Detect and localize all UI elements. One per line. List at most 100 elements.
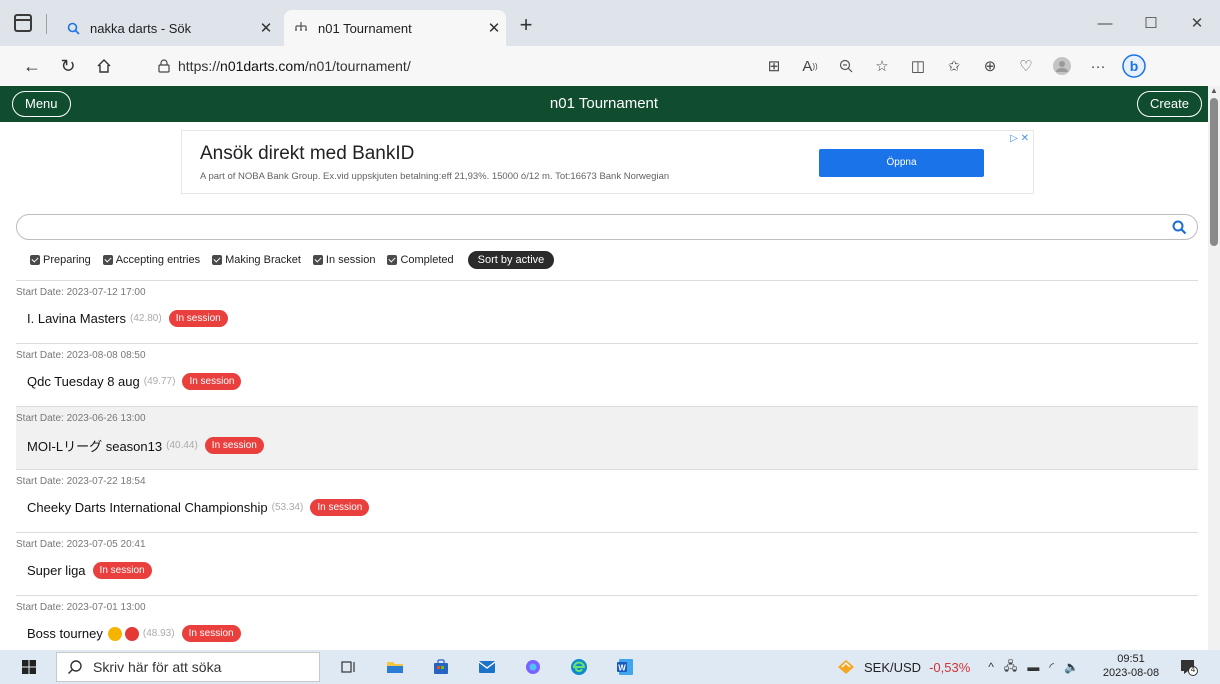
chevron-up-icon[interactable]: ^ [988, 660, 994, 674]
start-date: Start Date: 2023-07-22 18:54 [16, 476, 146, 487]
read-aloud-icon[interactable]: A)) [792, 50, 828, 82]
taskbar-clock[interactable]: 09:51 2023-08-08 [1100, 652, 1162, 680]
minimize-icon[interactable]: — [1082, 0, 1128, 46]
ad-banner[interactable]: Ansök direkt med BankID A part of NOBA B… [181, 130, 1034, 194]
collections-icon[interactable]: ⊕ [972, 50, 1008, 82]
sort-by-active-button[interactable]: Sort by active [467, 251, 555, 269]
battery-icon[interactable]: ▬ [1027, 660, 1039, 674]
notification-icon[interactable]: 4 [1180, 658, 1198, 676]
edge-icon[interactable] [556, 652, 602, 682]
new-tab-button[interactable]: + [512, 12, 540, 40]
close-icon[interactable]: ✕ [482, 19, 506, 37]
tournament-name[interactable]: Qdc Tuesday 8 aug [27, 374, 140, 389]
ad-title: Ansök direkt med BankID [200, 143, 415, 164]
tab-title: n01 Tournament [318, 20, 412, 36]
target-emoji-icon [124, 626, 139, 641]
search-icon[interactable] [1172, 220, 1187, 235]
split-screen-icon[interactable]: ◫ [900, 50, 936, 82]
more-options-icon[interactable]: ··· [1080, 50, 1116, 82]
store-icon[interactable] [418, 652, 464, 682]
taskbar-apps: W [326, 652, 648, 682]
mail-icon[interactable] [464, 652, 510, 682]
browser-essentials-icon[interactable]: ♡ [1008, 50, 1044, 82]
page-scrollbar[interactable]: ▲ [1208, 86, 1220, 650]
tournament-row[interactable]: Start Date: 2023-06-26 13:00 MOI-Lリーグ se… [16, 406, 1198, 469]
tournament-rating: (48.93) [142, 628, 175, 639]
create-button[interactable]: Create [1136, 91, 1202, 117]
checkbox-checked[interactable] [30, 255, 40, 265]
scroll-up-icon[interactable]: ▲ [1210, 86, 1218, 96]
tab-actions-icon[interactable] [14, 14, 32, 32]
notification-count: 4 [1190, 665, 1196, 674]
filter-accepting-entries[interactable]: Accepting entries [102, 254, 200, 266]
scrollbar-thumb[interactable] [1210, 98, 1218, 246]
network-icon[interactable]: 🖧 [1004, 657, 1017, 678]
windows-taskbar: Skriv här för att söka W SEK/USD -0,53% [0, 650, 1220, 684]
favorites-icon[interactable]: ✩ [936, 50, 972, 82]
tournament-row[interactable]: Start Date: 2023-07-01 13:00 Boss tourne… [16, 595, 1198, 650]
copilot-app-icon[interactable] [510, 652, 556, 682]
wifi-icon[interactable]: ◜ [1049, 660, 1054, 674]
filter-label: Preparing [43, 254, 91, 266]
filter-preparing[interactable]: Preparing [30, 254, 91, 266]
tab-n01-tournament[interactable]: n01 Tournament ✕ [284, 10, 506, 46]
checkbox-checked[interactable] [312, 255, 323, 265]
tournament-name[interactable]: Boss tourney [27, 626, 103, 641]
ad-open-button[interactable]: Öppna [819, 149, 984, 177]
filter-label: Making Bracket [225, 254, 301, 266]
filter-label: Completed [400, 254, 454, 266]
filter-label: In session [325, 254, 376, 266]
tournament-row[interactable]: Start Date: 2023-07-12 17:00 I. Lavina M… [16, 280, 1198, 343]
volume-icon[interactable]: 🔈 [1064, 660, 1079, 674]
tournament-name[interactable]: MOI-Lリーグ season13 [27, 436, 162, 455]
profile-avatar[interactable] [1044, 50, 1080, 82]
checkbox-checked[interactable] [212, 255, 223, 265]
bing-copilot-icon[interactable]: b [1116, 50, 1152, 82]
taskbar-search-placeholder: Skriv här för att söka [93, 659, 222, 675]
status-badge: In session [310, 499, 370, 516]
status-badge: In session [181, 625, 241, 642]
ad-subtitle: A part of NOBA Bank Group. Ex.vid uppskj… [200, 171, 670, 182]
maximize-icon[interactable]: ☐ [1128, 0, 1174, 46]
tab-search[interactable]: nakka darts - Sök ✕ [56, 10, 278, 46]
checkbox-checked[interactable] [387, 255, 398, 265]
ad-choices-icon[interactable]: ▷ ✕ [1010, 133, 1029, 144]
windows-start-icon[interactable] [22, 660, 36, 674]
filter-making-bracket[interactable]: Making Bracket [212, 254, 301, 266]
app-available-icon[interactable]: ⊞ [756, 50, 792, 82]
tournament-name[interactable]: I. Lavina Masters [27, 311, 126, 326]
clock-date: 2023-08-08 [1102, 667, 1160, 679]
start-date: Start Date: 2023-07-01 13:00 [16, 602, 146, 613]
back-icon[interactable]: ← [14, 50, 50, 82]
taskbar-search-input[interactable]: Skriv här för att söka [56, 652, 320, 682]
tournament-name[interactable]: Super liga [27, 563, 86, 578]
file-explorer-icon[interactable] [372, 652, 418, 682]
search-icon [67, 659, 83, 675]
favorite-star-icon[interactable]: ☆ [864, 50, 900, 82]
window-controls: — ☐ ✕ [1082, 0, 1220, 46]
search-input[interactable] [16, 214, 1198, 240]
task-view-icon[interactable] [326, 652, 372, 682]
home-icon[interactable] [86, 50, 122, 82]
start-date: Start Date: 2023-06-26 13:00 [16, 413, 146, 424]
filter-completed[interactable]: Completed [387, 254, 454, 266]
zoom-icon[interactable] [828, 50, 864, 82]
checkbox-checked[interactable] [102, 255, 113, 265]
filter-in-session[interactable]: In session [312, 254, 376, 266]
tournament-icon [294, 21, 308, 35]
status-badge: In session [168, 310, 228, 327]
tab-separator [46, 14, 47, 34]
start-date: Start Date: 2023-08-08 08:50 [16, 350, 146, 361]
tournament-row[interactable]: Start Date: 2023-07-05 20:41 Super liga … [16, 532, 1198, 595]
word-icon[interactable]: W [602, 652, 648, 682]
tournament-row[interactable]: Start Date: 2023-07-22 18:54 Cheeky Dart… [16, 469, 1198, 532]
tournament-row[interactable]: Start Date: 2023-08-08 08:50 Qdc Tuesday… [16, 343, 1198, 406]
close-window-icon[interactable]: ✕ [1174, 0, 1220, 46]
refresh-icon[interactable]: ↻ [50, 50, 86, 82]
tournament-rating: (49.77) [143, 376, 176, 387]
fx-pair[interactable]: SEK/USD [864, 660, 921, 675]
close-icon[interactable]: ✕ [254, 19, 278, 37]
status-badge: In session [204, 437, 264, 454]
tournament-name[interactable]: Cheeky Darts International Championship [27, 500, 268, 515]
stock-widget-icon[interactable] [836, 657, 856, 678]
